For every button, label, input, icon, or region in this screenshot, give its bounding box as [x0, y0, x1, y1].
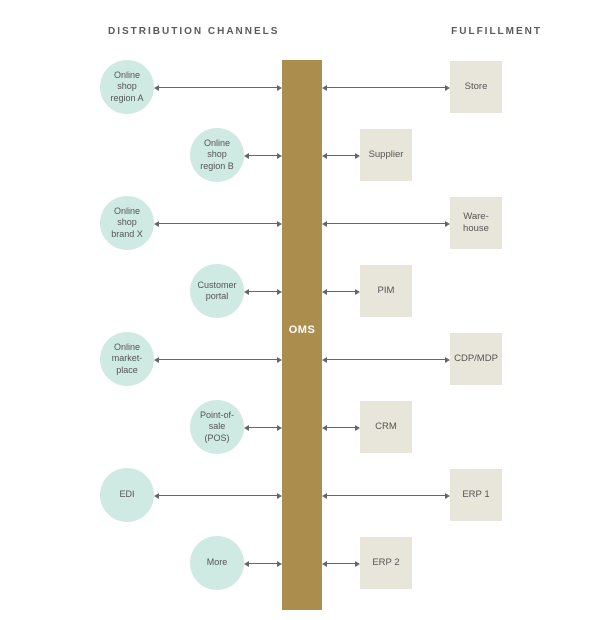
- oms-label: OMS: [282, 324, 322, 336]
- arrow-channel-pos: [248, 427, 278, 428]
- arrow-channel-region-b: [248, 155, 278, 156]
- fulfillment-erp1-label: ERP 1: [462, 489, 489, 501]
- channel-edi: EDI: [100, 468, 154, 522]
- fulfillment-pim-label: PIM: [378, 285, 395, 297]
- channel-cust-portal: Customerportal: [190, 264, 244, 318]
- channel-region-a-label: Onlineshopregion A: [110, 70, 143, 104]
- fulfillment-pim: PIM: [360, 265, 412, 317]
- channel-cust-portal-label: Customerportal: [197, 280, 236, 303]
- arrow-fulfillment-crm: [326, 427, 356, 428]
- arrow-channel-cust-portal: [248, 291, 278, 292]
- arrow-channel-brand-x: [158, 223, 278, 224]
- arrow-channel-more: [248, 563, 278, 564]
- arrow-fulfillment-cdp: [326, 359, 446, 360]
- arrow-fulfillment-supplier: [326, 155, 356, 156]
- channel-marketplace-label: Onlinemarket-place: [112, 342, 143, 376]
- channel-region-a: Onlineshopregion A: [100, 60, 154, 114]
- fulfillment-crm-label: CRM: [375, 421, 397, 433]
- arrow-fulfillment-erp2: [326, 563, 356, 564]
- channel-more: More: [190, 536, 244, 590]
- channel-region-b-label: Onlineshopregion B: [200, 138, 234, 172]
- fulfillment-crm: CRM: [360, 401, 412, 453]
- diagram-stage: DISTRIBUTION CHANNELS FULFILLMENT OMS On…: [0, 0, 600, 620]
- channel-more-label: More: [207, 557, 228, 568]
- fulfillment-cdp-label: CDP/MDP: [454, 353, 498, 365]
- arrow-fulfillment-warehouse: [326, 223, 446, 224]
- arrow-channel-edi: [158, 495, 278, 496]
- arrow-fulfillment-store: [326, 87, 446, 88]
- channel-edi-label: EDI: [119, 489, 134, 500]
- fulfillment-erp2-label: ERP 2: [372, 557, 399, 569]
- arrow-fulfillment-pim: [326, 291, 356, 292]
- fulfillment-erp2: ERP 2: [360, 537, 412, 589]
- channel-brand-x: Onlineshopbrand X: [100, 196, 154, 250]
- channel-pos-label: Point-of-sale(POS): [200, 410, 234, 444]
- channel-brand-x-label: Onlineshopbrand X: [111, 206, 143, 240]
- fulfillment-supplier: Supplier: [360, 129, 412, 181]
- channel-region-b: Onlineshopregion B: [190, 128, 244, 182]
- arrow-channel-region-a: [158, 87, 278, 88]
- fulfillment-store: Store: [450, 61, 502, 113]
- arrow-fulfillment-erp1: [326, 495, 446, 496]
- channel-pos: Point-of-sale(POS): [190, 400, 244, 454]
- fulfillment-warehouse-label: Ware-house: [463, 211, 489, 235]
- fulfillment-warehouse: Ware-house: [450, 197, 502, 249]
- channel-marketplace: Onlinemarket-place: [100, 332, 154, 386]
- fulfillment-erp1: ERP 1: [450, 469, 502, 521]
- header-distribution-channels: DISTRIBUTION CHANNELS: [108, 26, 279, 37]
- fulfillment-cdp: CDP/MDP: [450, 333, 502, 385]
- header-fulfillment: FULFILLMENT: [451, 26, 542, 37]
- fulfillment-store-label: Store: [465, 81, 488, 93]
- arrow-channel-marketplace: [158, 359, 278, 360]
- fulfillment-supplier-label: Supplier: [369, 149, 404, 161]
